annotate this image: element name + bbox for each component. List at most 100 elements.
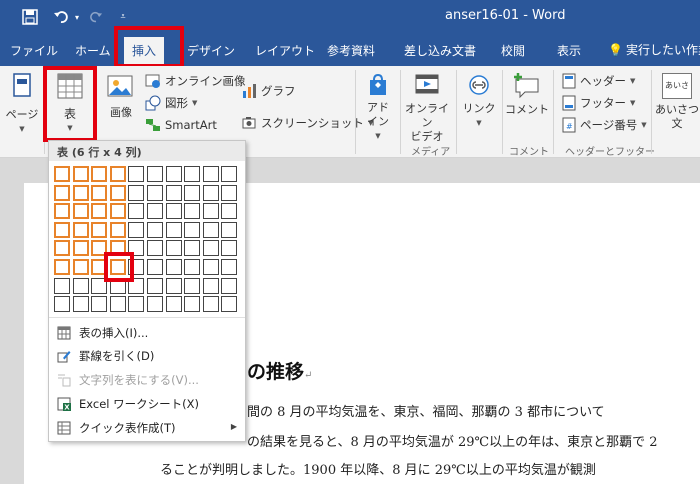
shapes-button[interactable]: 図形 ▼: [145, 95, 197, 111]
table-grid-cell[interactable]: [221, 296, 238, 313]
table-grid-cell[interactable]: [165, 259, 182, 275]
table-grid-cell[interactable]: [165, 240, 182, 257]
table-grid-cell[interactable]: [202, 166, 219, 182]
table-grid-cell[interactable]: [165, 203, 182, 220]
table-grid-cell[interactable]: [184, 277, 201, 294]
table-grid-cell[interactable]: [221, 203, 238, 220]
table-grid-cell[interactable]: [109, 184, 126, 201]
table-grid-cell[interactable]: [147, 166, 163, 182]
table-grid-cell[interactable]: [184, 166, 201, 182]
table-grid-cell[interactable]: [109, 296, 126, 313]
table-grid-cell[interactable]: [184, 221, 201, 238]
tab-home[interactable]: ホーム: [75, 42, 111, 59]
greeting-button[interactable]: あいさつ あいさつ 文: [655, 73, 699, 131]
tell-me-search[interactable]: 💡 実行したい作業: [608, 41, 700, 58]
table-grid-cell[interactable]: [54, 166, 70, 182]
table-grid-cell[interactable]: [202, 296, 219, 313]
table-grid-cell[interactable]: [147, 259, 163, 275]
link-button[interactable]: リンク ▼: [461, 73, 497, 130]
online-pictures-button[interactable]: オンライン画像: [145, 73, 246, 89]
table-grid-cell[interactable]: [72, 240, 89, 257]
screenshot-button[interactable]: スクリーンショット ▼: [241, 115, 373, 131]
save-icon[interactable]: [18, 6, 42, 28]
table-grid-cell[interactable]: [54, 203, 70, 220]
table-grid-cell[interactable]: [128, 166, 145, 182]
table-grid-cell[interactable]: [72, 221, 89, 238]
picture-button[interactable]: 画像: [103, 72, 139, 120]
table-grid-cell[interactable]: [202, 240, 219, 257]
table-grid-cell[interactable]: [54, 277, 70, 294]
table-grid-cell[interactable]: [128, 203, 145, 220]
table-grid-cell[interactable]: [72, 184, 89, 201]
table-grid-cell[interactable]: [109, 203, 126, 220]
tab-design[interactable]: デザイン: [187, 42, 235, 59]
customize-qat-icon[interactable]: ⩡: [116, 6, 130, 28]
table-grid-cell[interactable]: [147, 277, 163, 294]
table-grid-cell[interactable]: [184, 203, 201, 220]
online-video-button[interactable]: オンライン ビデオ: [403, 73, 451, 144]
table-grid-cell[interactable]: [54, 240, 70, 257]
table-grid-cell[interactable]: [109, 221, 126, 238]
tab-layout[interactable]: レイアウト: [255, 42, 315, 59]
table-grid-cell[interactable]: [202, 203, 219, 220]
table-grid-cell[interactable]: [184, 296, 201, 313]
table-grid-cell[interactable]: [54, 184, 70, 201]
insert-table-menu-item[interactable]: 表の挿入(I)...: [49, 321, 245, 345]
table-grid-cell[interactable]: [72, 296, 89, 313]
table-grid-cell[interactable]: [165, 277, 182, 294]
table-grid-cell[interactable]: [221, 259, 238, 275]
table-grid-cell[interactable]: [147, 221, 163, 238]
excel-spreadsheet-menu-item[interactable]: X Excel ワークシート(X): [49, 392, 245, 416]
table-grid-cell[interactable]: [54, 221, 70, 238]
table-grid-cell[interactable]: [165, 166, 182, 182]
table-grid-cell[interactable]: [128, 184, 145, 201]
pages-button[interactable]: ページ ▼: [5, 72, 39, 136]
table-grid-cell[interactable]: [91, 203, 108, 220]
table-grid-cell[interactable]: [91, 296, 108, 313]
comment-button[interactable]: コメント: [505, 73, 549, 117]
draw-table-menu-item[interactable]: 罫線を引く(D): [49, 344, 245, 368]
table-grid-cell[interactable]: [72, 259, 89, 275]
table-grid-cell[interactable]: [221, 240, 238, 257]
table-grid-cell[interactable]: [147, 184, 163, 201]
table-grid-cell[interactable]: [184, 240, 201, 257]
table-grid-cell[interactable]: [54, 259, 70, 275]
footer-button[interactable]: フッター ▼: [562, 95, 635, 111]
table-grid-cell[interactable]: [128, 296, 145, 313]
addins-button[interactable]: アドイン ▼: [362, 73, 394, 143]
table-grid-cell[interactable]: [202, 184, 219, 201]
table-grid-cell[interactable]: [91, 184, 108, 201]
tab-references[interactable]: 参考資料: [327, 42, 375, 59]
table-grid-cell[interactable]: [221, 221, 238, 238]
table-grid-cell[interactable]: [221, 184, 238, 201]
table-grid-cell[interactable]: [147, 240, 163, 257]
quick-tables-menu-item[interactable]: クイック表作成(T) ▶: [49, 416, 245, 440]
table-grid-cell[interactable]: [72, 277, 89, 294]
table-grid-cell[interactable]: [202, 221, 219, 238]
table-grid-cell[interactable]: [221, 277, 238, 294]
undo-icon[interactable]: [50, 6, 72, 28]
table-grid-cell[interactable]: [72, 166, 89, 182]
table-grid-cell[interactable]: [184, 184, 201, 201]
table-grid-cell[interactable]: [221, 166, 238, 182]
table-grid-cell[interactable]: [54, 296, 70, 313]
header-button[interactable]: ヘッダー ▼: [562, 73, 635, 89]
page-number-button[interactable]: # ページ番号 ▼: [562, 117, 647, 133]
table-grid-cell[interactable]: [202, 259, 219, 275]
tab-mailings[interactable]: 差し込み文書: [404, 42, 476, 59]
undo-dropdown-icon[interactable]: ▾: [72, 6, 82, 28]
table-grid-cell[interactable]: [202, 277, 219, 294]
table-grid-cell[interactable]: [165, 184, 182, 201]
table-grid-cell[interactable]: [184, 259, 201, 275]
table-grid-cell[interactable]: [128, 221, 145, 238]
table-grid-cell[interactable]: [165, 296, 182, 313]
tab-review[interactable]: 校閲: [501, 42, 525, 59]
tab-view[interactable]: 表示: [557, 42, 581, 59]
tab-file[interactable]: ファイル: [10, 42, 58, 59]
table-grid-cell[interactable]: [91, 221, 108, 238]
table-grid-cell[interactable]: [109, 166, 126, 182]
chart-button[interactable]: グラフ: [241, 83, 296, 99]
table-grid-cell[interactable]: [72, 203, 89, 220]
table-grid-cell[interactable]: [165, 221, 182, 238]
table-grid-cell[interactable]: [147, 203, 163, 220]
